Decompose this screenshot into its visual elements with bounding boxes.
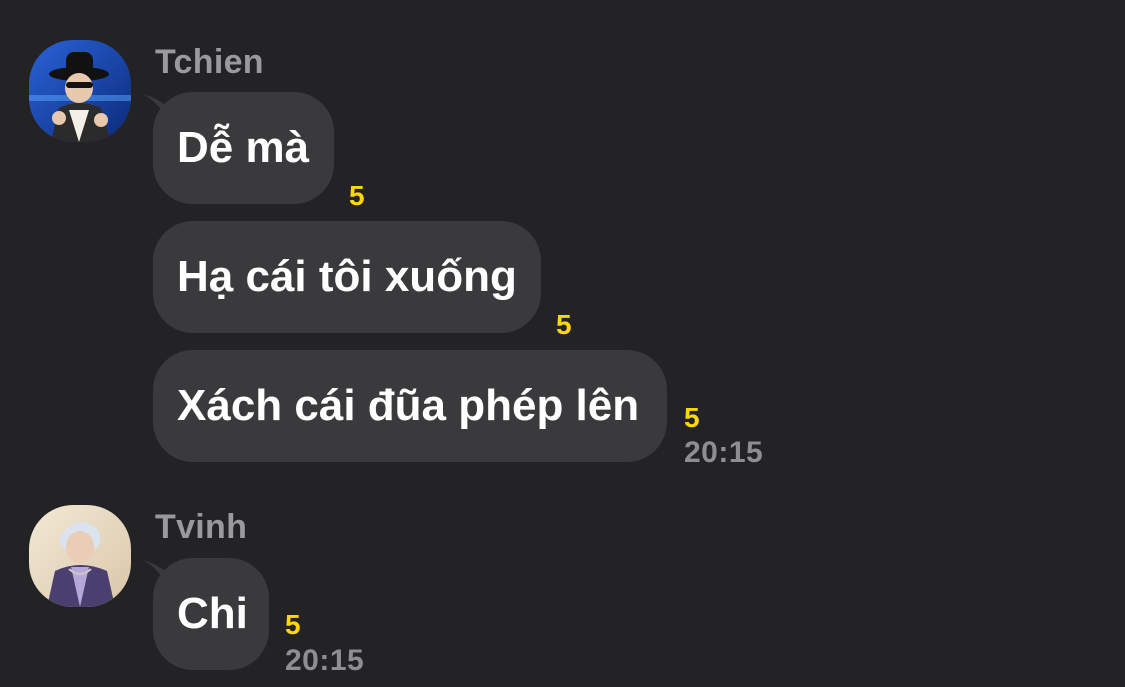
message-text: Xách cái đũa phép lên	[177, 381, 640, 430]
message-bubble[interactable]: Xách cái đũa phép lên	[153, 350, 667, 462]
message-bubble[interactable]: Dễ mà	[153, 92, 334, 204]
reaction-count[interactable]: 5	[684, 404, 700, 432]
message-timestamp: 20:15	[285, 644, 365, 677]
sender-name-tchien: Tchien	[155, 43, 264, 81]
message-bubble[interactable]: Hạ cái tôi xuống	[153, 221, 541, 333]
message-timestamp: 20:15	[684, 436, 764, 469]
reaction-count[interactable]: 5	[349, 182, 365, 210]
reaction-count[interactable]: 5	[285, 611, 301, 639]
avatar-tchien[interactable]	[29, 40, 131, 142]
avatar-tchien-image	[29, 40, 131, 142]
message-text: Chi	[177, 589, 248, 638]
message-text: Dễ mà	[177, 123, 310, 172]
sender-name-tvinh: Tvinh	[155, 508, 248, 546]
reaction-count[interactable]: 5	[556, 311, 572, 339]
message-text: Hạ cái tôi xuống	[177, 252, 517, 301]
avatar-tvinh-image	[29, 505, 131, 607]
avatar-tvinh[interactable]	[29, 505, 131, 607]
message-bubble[interactable]: Chi	[153, 558, 269, 670]
